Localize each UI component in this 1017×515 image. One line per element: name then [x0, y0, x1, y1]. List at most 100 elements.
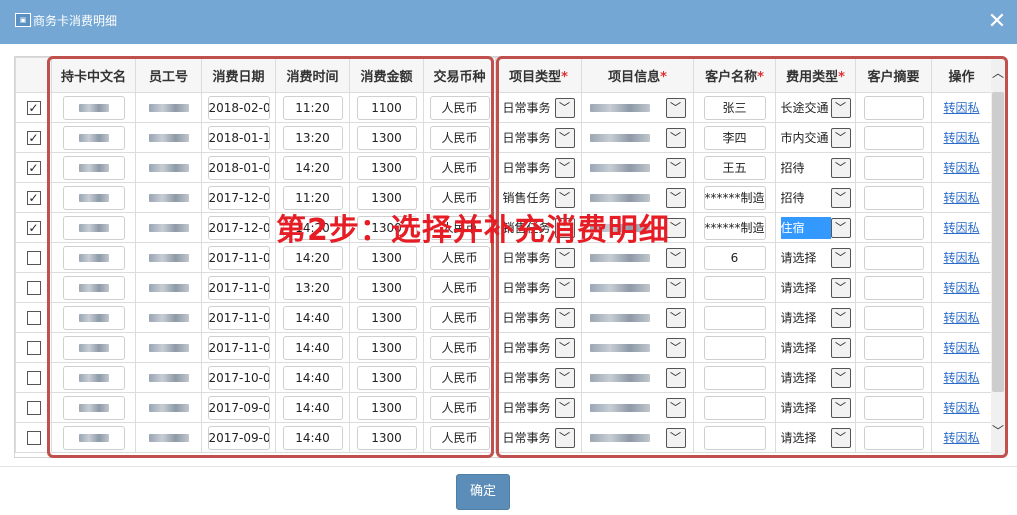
chevron-down-icon[interactable]: ﹀ [665, 127, 686, 148]
project-info-select[interactable]: ﹀ [589, 96, 686, 119]
project-info-select[interactable]: ﹀ [589, 276, 686, 299]
expense-type-select[interactable]: 招待 ﹀ [780, 156, 851, 179]
customer-name-input[interactable]: 李四 [703, 125, 766, 150]
project-type-select[interactable]: 销售任务 ﹀ [502, 186, 575, 209]
customer-name-input[interactable] [703, 305, 766, 330]
chevron-down-icon[interactable]: ﹀ [665, 187, 686, 208]
chevron-down-icon[interactable]: ﹀ [991, 424, 1005, 438]
customer-summary-input[interactable] [863, 185, 924, 210]
chevron-down-icon[interactable]: ﹀ [554, 217, 575, 238]
customer-summary-input[interactable] [863, 365, 924, 390]
transfer-private-link[interactable]: 转因私 [943, 281, 979, 295]
expense-type-select[interactable]: 请选择 ﹀ [780, 306, 851, 329]
chevron-down-icon[interactable]: ﹀ [830, 397, 851, 418]
transfer-private-link[interactable]: 转因私 [943, 401, 979, 415]
chevron-down-icon[interactable]: ﹀ [665, 337, 686, 358]
expense-type-select[interactable]: 市内交通 ﹀ [780, 126, 851, 149]
project-info-select[interactable]: ﹀ [589, 306, 686, 329]
row-checkbox[interactable] [26, 310, 41, 325]
row-checkbox[interactable]: ✓ [26, 190, 41, 205]
chevron-down-icon[interactable]: ﹀ [830, 247, 851, 268]
row-checkbox[interactable]: ✓ [26, 130, 41, 145]
transfer-private-link[interactable]: 转因私 [943, 251, 979, 265]
scrollbar-thumb[interactable] [992, 92, 1004, 392]
transfer-private-link[interactable]: 转因私 [943, 311, 979, 325]
project-type-select[interactable]: 日常事务 ﹀ [502, 126, 575, 149]
row-checkbox[interactable] [26, 430, 41, 445]
project-info-select[interactable]: ﹀ [589, 426, 686, 449]
row-checkbox[interactable]: ✓ [26, 220, 41, 235]
expense-type-select[interactable]: 请选择 ﹀ [780, 396, 851, 419]
chevron-down-icon[interactable]: ﹀ [554, 307, 575, 328]
project-type-select[interactable]: 日常事务 ﹀ [502, 366, 575, 389]
customer-summary-input[interactable] [863, 245, 924, 270]
project-type-select[interactable]: 日常事务 ﹀ [502, 246, 575, 269]
expense-type-select[interactable]: 招待 ﹀ [780, 186, 851, 209]
transfer-private-link[interactable]: 转因私 [943, 371, 979, 385]
customer-summary-input[interactable] [863, 275, 924, 300]
chevron-down-icon[interactable]: ﹀ [665, 427, 686, 448]
chevron-down-icon[interactable]: ﹀ [830, 127, 851, 148]
row-checkbox[interactable] [26, 400, 41, 415]
expense-type-select[interactable]: 请选择 ﹀ [780, 426, 851, 449]
customer-name-input[interactable] [703, 425, 766, 450]
confirm-button[interactable]: 确定 [456, 474, 510, 510]
project-info-select[interactable]: ﹀ [589, 126, 686, 149]
customer-name-input[interactable]: 张三 [703, 95, 766, 120]
expense-type-select[interactable]: 请选择 ﹀ [780, 336, 851, 359]
chevron-down-icon[interactable]: ﹀ [554, 187, 575, 208]
chevron-down-icon[interactable]: ﹀ [830, 97, 851, 118]
project-info-select[interactable]: ﹀ [589, 336, 686, 359]
project-type-select[interactable]: 日常事务 ﹀ [502, 96, 575, 119]
chevron-down-icon[interactable]: ﹀ [554, 247, 575, 268]
chevron-down-icon[interactable]: ﹀ [554, 337, 575, 358]
customer-summary-input[interactable] [863, 125, 924, 150]
customer-summary-input[interactable] [863, 155, 924, 180]
vertical-scrollbar[interactable]: ︿ ﹀ [991, 56, 1005, 456]
chevron-down-icon[interactable]: ﹀ [665, 397, 686, 418]
row-checkbox[interactable] [26, 370, 41, 385]
transfer-private-link[interactable]: 转因私 [943, 191, 979, 205]
customer-name-input[interactable] [703, 275, 766, 300]
chevron-down-icon[interactable]: ﹀ [665, 217, 686, 238]
transfer-private-link[interactable]: 转因私 [943, 101, 979, 115]
chevron-down-icon[interactable]: ﹀ [830, 367, 851, 388]
chevron-down-icon[interactable]: ﹀ [554, 97, 575, 118]
project-info-select[interactable]: ﹀ [589, 246, 686, 269]
customer-name-input[interactable]: ******制造有 [703, 185, 766, 210]
chevron-down-icon[interactable]: ﹀ [830, 277, 851, 298]
expense-type-select[interactable]: 请选择 ﹀ [780, 276, 851, 299]
expense-type-select[interactable]: 请选择 ﹀ [780, 366, 851, 389]
transfer-private-link[interactable]: 转因私 [943, 431, 979, 445]
row-checkbox[interactable]: ✓ [26, 100, 41, 115]
chevron-down-icon[interactable]: ﹀ [830, 187, 851, 208]
customer-summary-input[interactable] [863, 395, 924, 420]
transfer-private-link[interactable]: 转因私 [943, 161, 979, 175]
chevron-up-icon[interactable]: ︿ [991, 66, 1005, 80]
customer-summary-input[interactable] [863, 305, 924, 330]
expense-type-select[interactable]: 住宿 ﹀ [780, 216, 851, 239]
row-checkbox[interactable]: ✓ [26, 160, 41, 175]
chevron-down-icon[interactable]: ﹀ [665, 247, 686, 268]
chevron-down-icon[interactable]: ﹀ [830, 307, 851, 328]
row-checkbox[interactable] [26, 340, 41, 355]
project-type-select[interactable]: 日常事务 ﹀ [502, 336, 575, 359]
customer-summary-input[interactable] [863, 95, 924, 120]
chevron-down-icon[interactable]: ﹀ [665, 307, 686, 328]
customer-name-input[interactable] [703, 365, 766, 390]
project-type-select[interactable]: 销售任务 ﹀ [502, 216, 575, 239]
project-info-select[interactable]: ﹀ [589, 366, 686, 389]
close-icon[interactable]: ✕ [985, 10, 1009, 34]
row-checkbox[interactable] [26, 250, 41, 265]
chevron-down-icon[interactable]: ﹀ [554, 277, 575, 298]
chevron-down-icon[interactable]: ﹀ [554, 397, 575, 418]
customer-name-input[interactable] [703, 335, 766, 360]
chevron-down-icon[interactable]: ﹀ [665, 367, 686, 388]
project-type-select[interactable]: 日常事务 ﹀ [502, 276, 575, 299]
project-info-select[interactable]: ﹀ [589, 216, 686, 239]
customer-summary-input[interactable] [863, 335, 924, 360]
chevron-down-icon[interactable]: ﹀ [665, 97, 686, 118]
expense-type-select[interactable]: 长途交通 ﹀ [780, 96, 851, 119]
chevron-down-icon[interactable]: ﹀ [665, 157, 686, 178]
project-type-select[interactable]: 日常事务 ﹀ [502, 396, 575, 419]
